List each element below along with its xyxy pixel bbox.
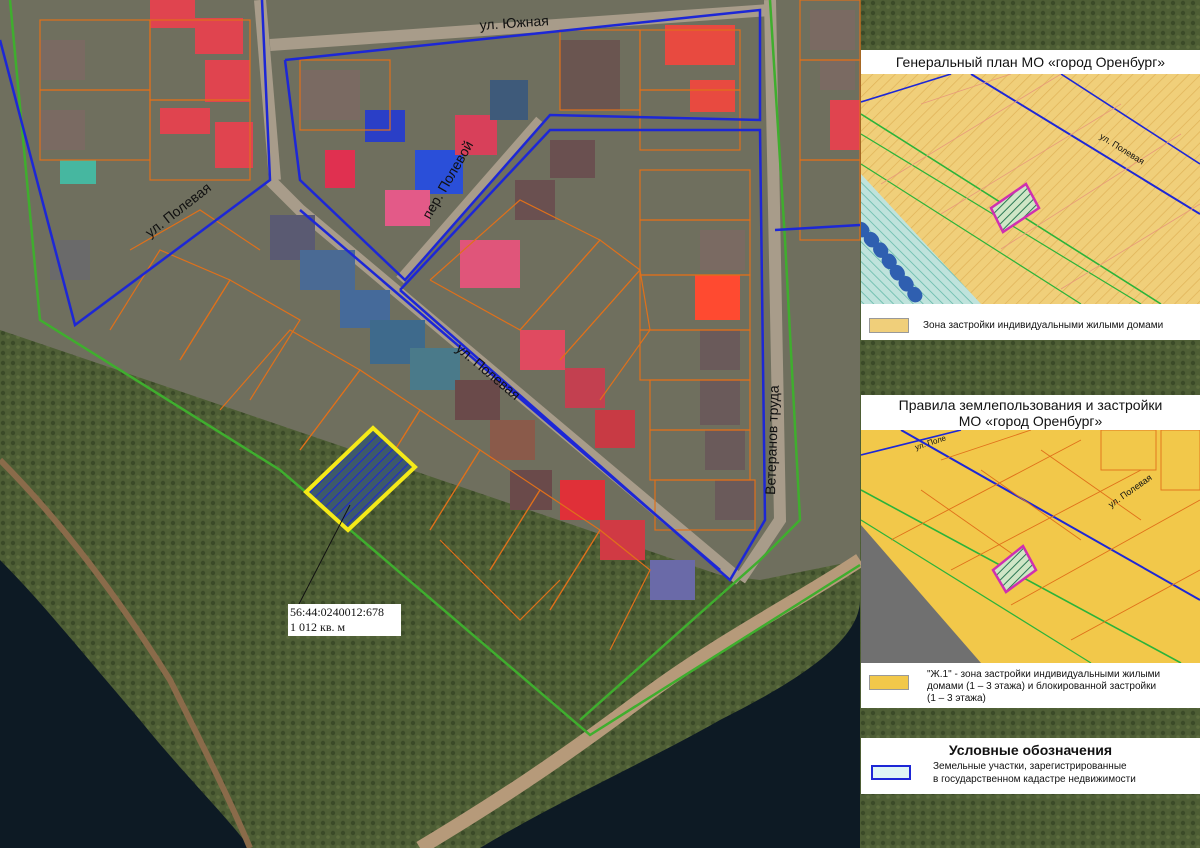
pzz-legend-label-3: (1 – 3 этажа) [927, 693, 986, 704]
genplan-title: Генеральный план МО «город Оренбург» [895, 54, 1166, 70]
genplan-panel: Генеральный план МО «город Оренбург» ул.… [861, 50, 1200, 340]
legend-panel: Условные обозначения Земельные участки, … [861, 738, 1200, 794]
legend-item-line1: Земельные участки, зарегистрированные [933, 761, 1127, 772]
pzz-map[interactable]: ул. Полевая ул. Поле [861, 430, 1200, 663]
legend-title: Условные обозначения [948, 742, 1113, 758]
genplan-map[interactable]: ул. Полевая [861, 74, 1200, 304]
cadastral-number: 56:44:0240012:678 [290, 605, 385, 619]
legend-item-line2: в государственном кадастре недвижимости [933, 774, 1136, 785]
genplan-legend-label: Зона застройки индивидуальными жилыми до… [923, 320, 1164, 331]
cadastral-parcel-swatch [871, 765, 911, 780]
parcel-info-label: 56:44:0240012:678 1 012 кв. м [288, 604, 401, 636]
parcel-area: 1 012 кв. м [290, 620, 346, 634]
pzz-legend-swatch [869, 675, 909, 690]
genplan-legend-swatch [869, 318, 909, 333]
pzz-legend-label-2: домами (1 – 3 этажа) и блокированной зас… [927, 681, 1157, 692]
pzz-legend-label-1: "Ж.1" - зона застройки индивидуальными ж… [927, 669, 1161, 680]
pzz-title-line1: Правила землепользования и застройки [898, 397, 1163, 413]
pzz-panel: Правила землепользования и застройки МО … [861, 395, 1200, 708]
pzz-title-line2: МО «город Оренбург» [958, 413, 1103, 429]
